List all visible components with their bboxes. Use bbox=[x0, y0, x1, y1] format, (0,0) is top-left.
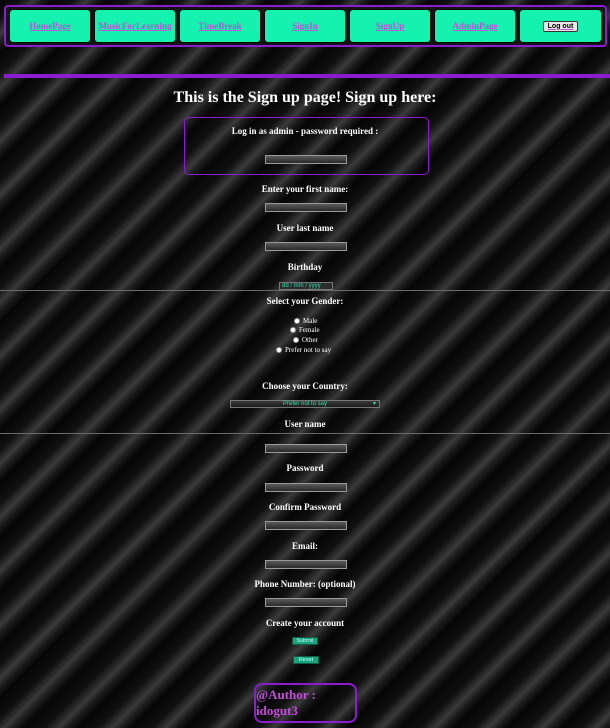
last-name-label: User last name bbox=[276, 223, 334, 233]
gender-label: Select your Gender: bbox=[266, 296, 344, 306]
logout-button[interactable]: Log out bbox=[542, 20, 579, 32]
email-label: Email: bbox=[292, 541, 318, 551]
gender-option-male[interactable]: Male bbox=[294, 317, 317, 325]
radio-other[interactable] bbox=[293, 337, 299, 343]
birthday-input[interactable]: dd / mm / yyyy bbox=[279, 282, 333, 290]
submit-button[interactable]: Submit bbox=[292, 637, 318, 645]
admin-password-input[interactable] bbox=[265, 155, 347, 164]
nav-link-sign-in[interactable]: SignIn bbox=[264, 9, 346, 43]
gender-option-other[interactable]: Other bbox=[293, 336, 318, 344]
confirm-password-label: Confirm Password bbox=[268, 502, 342, 512]
section-divider-2 bbox=[0, 433, 610, 434]
username-label: User name bbox=[284, 419, 326, 429]
last-name-input[interactable] bbox=[265, 242, 347, 251]
nav-link-admin-page[interactable]: AdminPage bbox=[434, 9, 516, 43]
radio-label-prefer-not: Prefer not to say bbox=[285, 346, 332, 354]
first-name-input[interactable] bbox=[265, 203, 347, 212]
radio-male[interactable] bbox=[294, 318, 300, 324]
page-title: This is the Sign up page! Sign up here: bbox=[173, 89, 437, 106]
radio-prefer-not[interactable] bbox=[276, 347, 282, 353]
section-divider bbox=[0, 290, 610, 291]
first-name-label: Enter your first name: bbox=[261, 184, 349, 194]
country-selected-value: Prefer not to say bbox=[282, 401, 328, 407]
nav-link-music-for-learning[interactable]: MusicForLearning bbox=[94, 9, 176, 43]
author-credit: @Author : idogut3 bbox=[254, 683, 357, 723]
password-label: Password bbox=[286, 463, 324, 473]
country-label: Choose your Country: bbox=[262, 381, 348, 391]
logout-cell: Log out bbox=[519, 9, 602, 43]
radio-female[interactable] bbox=[290, 327, 296, 333]
country-select[interactable]: Prefer not to say ▾ bbox=[230, 400, 380, 408]
header-divider bbox=[4, 74, 610, 78]
chevron-down-icon: ▾ bbox=[372, 401, 376, 407]
password-input[interactable] bbox=[265, 483, 347, 492]
nav-link-homepage[interactable]: HomePage bbox=[9, 9, 91, 43]
birthday-label: Birthday bbox=[287, 262, 323, 272]
email-input[interactable] bbox=[265, 560, 347, 569]
nav-link-time-break[interactable]: TimeBreak bbox=[179, 9, 261, 43]
username-input[interactable] bbox=[265, 444, 347, 453]
phone-label: Phone Number: (optional) bbox=[254, 579, 356, 589]
reset-button[interactable]: Reset bbox=[293, 656, 319, 664]
nav-link-sign-up[interactable]: SignUp bbox=[349, 9, 431, 43]
radio-label-female: Female bbox=[299, 326, 320, 334]
top-nav: HomePage MusicForLearning TimeBreak Sign… bbox=[4, 5, 607, 47]
confirm-password-input[interactable] bbox=[265, 521, 347, 530]
admin-label: Log in as admin - password required : bbox=[231, 126, 379, 136]
create-account-label: Create your account bbox=[265, 618, 345, 628]
gender-option-female[interactable]: Female bbox=[290, 326, 320, 334]
radio-label-male: Male bbox=[303, 317, 318, 325]
phone-input[interactable] bbox=[265, 598, 347, 607]
gender-option-prefer-not[interactable]: Prefer not to say bbox=[276, 346, 331, 354]
radio-label-other: Other bbox=[302, 336, 318, 344]
